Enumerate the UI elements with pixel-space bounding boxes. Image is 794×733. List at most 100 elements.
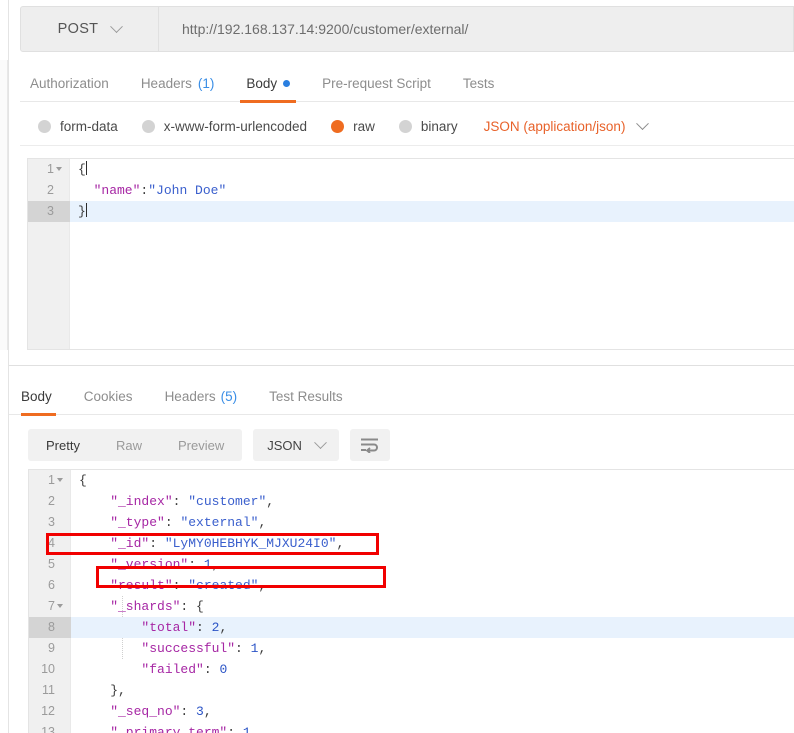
response-toolbar: Pretty Raw Preview JSON	[28, 429, 390, 461]
editor-line[interactable]: 7 "_shards": {	[29, 596, 794, 617]
editor-line[interactable]: 2 "name":"John Doe"	[28, 180, 794, 201]
text-caret	[86, 203, 87, 217]
line-number: 7	[29, 596, 71, 617]
body-type-binary[interactable]: binary	[399, 119, 458, 134]
http-method-selector[interactable]: POST	[20, 6, 159, 52]
response-tab-cookies[interactable]: Cookies	[68, 379, 149, 415]
code-text: "_index": "customer",	[79, 491, 274, 512]
editor-line[interactable]: 3}	[28, 201, 794, 222]
response-format-selector[interactable]: JSON	[253, 429, 339, 461]
request-url-row: POST http://192.168.137.14:9200/customer…	[20, 6, 794, 52]
editor-line[interactable]: 12 "_seq_no": 3,	[29, 701, 794, 722]
tab-authorization[interactable]: Authorization	[20, 66, 125, 102]
radio-icon-binary	[399, 120, 412, 133]
editor-line[interactable]: 1{	[28, 159, 794, 180]
code-text: "_shards": {	[79, 596, 204, 617]
chevron-down-icon	[314, 436, 327, 449]
word-wrap-icon	[360, 437, 380, 453]
response-tab-test-results-label: Test Results	[269, 389, 343, 404]
line-number: 3	[28, 201, 70, 222]
body-type-form-data[interactable]: form-data	[38, 119, 118, 134]
line-number: 6	[29, 575, 71, 596]
code-text: },	[79, 680, 126, 701]
word-wrap-button[interactable]	[350, 429, 390, 461]
editor-line[interactable]: 1{	[29, 470, 794, 491]
editor-line[interactable]: 3 "_type": "external",	[29, 512, 794, 533]
line-number: 10	[29, 659, 71, 680]
editor-line[interactable]: 10 "failed": 0	[29, 659, 794, 680]
left-rail-segment-top	[0, 60, 8, 150]
request-url-input[interactable]: http://192.168.137.14:9200/customer/exte…	[159, 6, 794, 52]
response-tab-headers-label: Headers	[165, 389, 216, 404]
editor-line[interactable]: 2 "_index": "customer",	[29, 491, 794, 512]
code-text: "_version": 1,	[79, 554, 219, 575]
line-number: 1	[29, 470, 71, 491]
body-type-form-data-label: form-data	[60, 119, 118, 134]
line-number: 2	[28, 180, 70, 201]
radio-icon-urlencoded	[142, 120, 155, 133]
left-rail	[0, 0, 9, 733]
view-mode-raw-label: Raw	[116, 438, 142, 453]
radio-icon-form-data	[38, 120, 51, 133]
view-mode-raw[interactable]: Raw	[98, 429, 160, 461]
code-text: "total": 2,	[79, 617, 227, 638]
line-number: 5	[29, 554, 71, 575]
editor-line[interactable]: 13 "_primary_term": 1	[29, 722, 794, 733]
view-mode-pretty[interactable]: Pretty	[28, 429, 98, 461]
tab-headers-label: Headers	[141, 76, 192, 91]
chevron-down-icon	[110, 20, 123, 33]
response-tab-bar: Body Cookies Headers (5) Test Results	[9, 379, 794, 415]
body-type-urlencoded[interactable]: x-www-form-urlencoded	[142, 119, 307, 134]
line-number: 9	[29, 638, 71, 659]
response-tab-headers-count: (5)	[221, 389, 238, 404]
body-type-raw[interactable]: raw	[331, 119, 375, 134]
content-type-selector[interactable]: JSON (application/json)	[484, 119, 648, 134]
request-body-editor[interactable]: 1{2 "name":"John Doe"3}	[27, 158, 794, 350]
view-mode-preview[interactable]: Preview	[160, 429, 242, 461]
fold-arrow-icon[interactable]	[57, 604, 63, 608]
response-editor-lines[interactable]: 1{2 "_index": "customer",3 "_type": "ext…	[29, 470, 794, 733]
editor-line[interactable]: 5 "_version": 1,	[29, 554, 794, 575]
code-text: "_seq_no": 3,	[79, 701, 212, 722]
response-pane: Body Cookies Headers (5) Test Results Pr…	[9, 365, 794, 733]
tab-body[interactable]: Body	[230, 66, 306, 102]
code-text: "_id": "LyMY0HEBHYK_MJXU24I0",	[79, 533, 344, 554]
tab-tests[interactable]: Tests	[447, 66, 511, 102]
code-text: "name":"John Doe"	[78, 180, 226, 201]
tab-authorization-label: Authorization	[30, 76, 109, 91]
tab-headers[interactable]: Headers (1)	[125, 66, 231, 102]
line-number: 11	[29, 680, 71, 701]
line-number: 1	[28, 159, 70, 180]
tab-body-label: Body	[246, 76, 277, 91]
editor-line[interactable]: 11 },	[29, 680, 794, 701]
tab-tests-label: Tests	[463, 76, 495, 91]
code-text: "successful": 1,	[79, 638, 266, 659]
view-mode-pretty-label: Pretty	[46, 438, 80, 453]
code-text: "_primary_term": 1	[79, 722, 251, 733]
radio-icon-raw-selected	[331, 120, 344, 133]
editor-line[interactable]: 8 "total": 2,	[29, 617, 794, 638]
editor-line[interactable]: 6 "result": "created",	[29, 575, 794, 596]
tab-pre-request-script-label: Pre-request Script	[322, 76, 431, 91]
editor-line[interactable]: 4 "_id": "LyMY0HEBHYK_MJXU24I0",	[29, 533, 794, 554]
response-tab-body[interactable]: Body	[9, 379, 68, 415]
code-text: {	[79, 470, 87, 491]
response-tab-test-results[interactable]: Test Results	[253, 379, 359, 415]
chevron-down-icon	[637, 117, 650, 130]
response-tab-headers[interactable]: Headers (5)	[149, 379, 254, 415]
tab-pre-request-script[interactable]: Pre-request Script	[306, 66, 447, 102]
editor-line[interactable]: 9 "successful": 1,	[29, 638, 794, 659]
fold-arrow-icon[interactable]	[57, 478, 63, 482]
body-type-urlencoded-label: x-www-form-urlencoded	[164, 119, 307, 134]
response-tab-cookies-label: Cookies	[84, 389, 133, 404]
content-type-label: JSON (application/json)	[484, 119, 626, 134]
line-number: 12	[29, 701, 71, 722]
fold-arrow-icon[interactable]	[56, 167, 62, 171]
line-number: 13	[29, 722, 71, 733]
line-number: 2	[29, 491, 71, 512]
response-format-label: JSON	[267, 438, 302, 453]
response-body-editor[interactable]: 1{2 "_index": "customer",3 "_type": "ext…	[28, 469, 794, 733]
request-editor-lines[interactable]: 1{2 "name":"John Doe"3}	[28, 159, 794, 222]
request-url-value: http://192.168.137.14:9200/customer/exte…	[182, 21, 468, 37]
view-mode-preview-label: Preview	[178, 438, 224, 453]
